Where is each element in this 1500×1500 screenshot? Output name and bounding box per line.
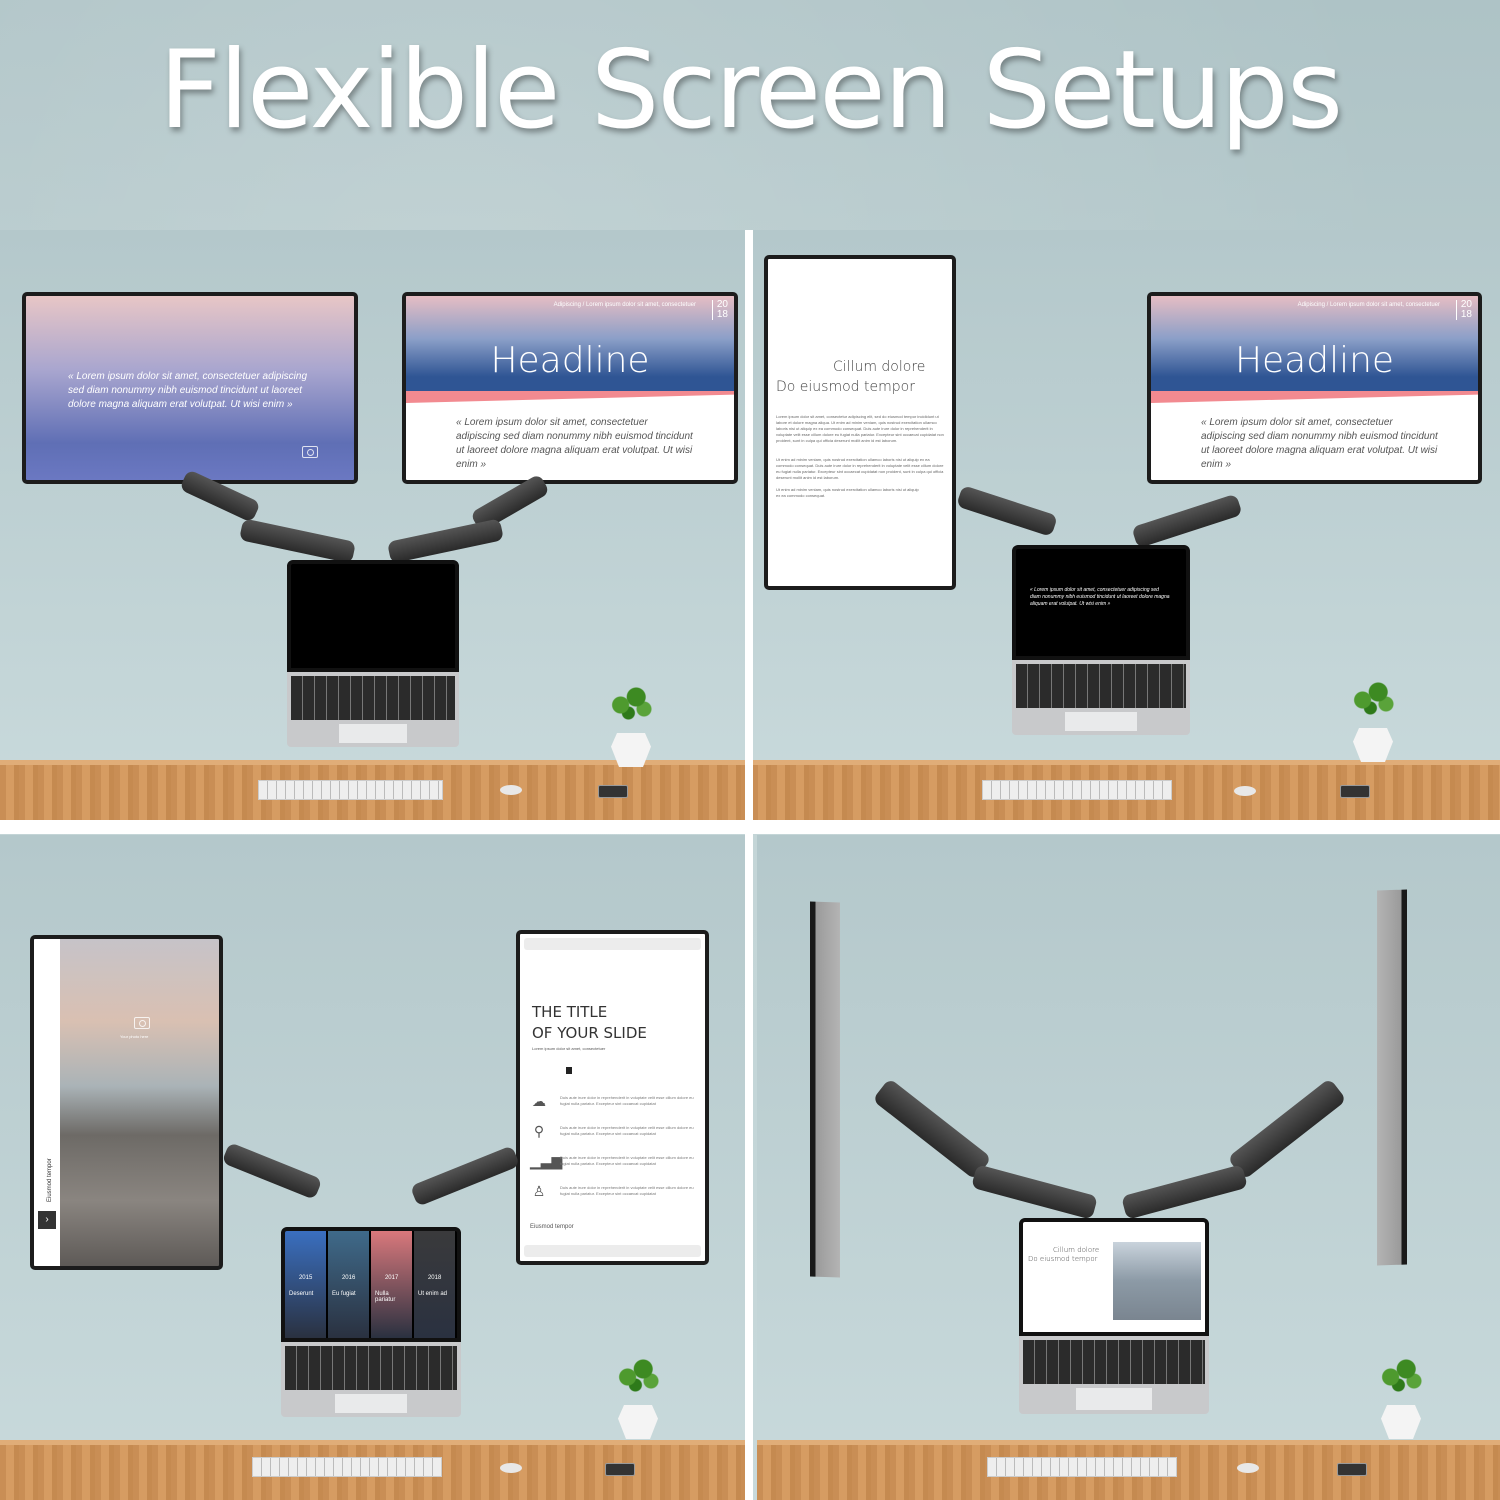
bar-chart-icon: ▁▃▆ bbox=[530, 1153, 563, 1169]
timeline-label: Eu fugiat bbox=[332, 1291, 356, 1297]
laptop-keyboard bbox=[1012, 660, 1190, 735]
timeline-label: Ut enim ad bbox=[418, 1291, 448, 1297]
accent-stripe bbox=[406, 391, 734, 403]
phone bbox=[1337, 1463, 1367, 1476]
quote-text: « Lorem ipsum dolor sit amet, consectetu… bbox=[68, 371, 308, 410]
timeline-year: 2015 bbox=[298, 1275, 313, 1281]
doc-paragraph-1: Lorem ipsum dolor sit amet, consectetur … bbox=[776, 414, 944, 443]
monitor-portrait-photo: Eiusmod tempor › Your photo here bbox=[30, 935, 223, 1270]
side-label: Eiusmod tempor bbox=[47, 1158, 53, 1202]
feature-item: ♙ Duis aute irure dolor in reprehenderit … bbox=[530, 1179, 697, 1203]
laptop-keyboard bbox=[287, 672, 459, 747]
laptop: 2015 Deserunt 2016 Eu fugiat 2017 Nulla paria… bbox=[281, 1227, 461, 1427]
user-icon: ♙ bbox=[532, 1183, 546, 1199]
year-bottom: 18 bbox=[716, 309, 728, 320]
timeline-year: 2017 bbox=[384, 1275, 399, 1281]
year-badge: 20 18 bbox=[711, 300, 728, 320]
monitor-left-quote: « Lorem ipsum dolor sit amet, consectetu… bbox=[22, 292, 358, 484]
photo-caption: Your photo here bbox=[120, 1034, 149, 1039]
growth-icon: ⚲ bbox=[533, 1123, 545, 1139]
year-badge: 20 18 bbox=[1455, 300, 1472, 320]
laptop-screen-quote: « Lorem ipsum dolor sit amet, consectetu… bbox=[1012, 545, 1190, 660]
timeline-column: 2016 Eu fugiat bbox=[328, 1231, 370, 1338]
slide-title-line1: THE TITLE bbox=[532, 1003, 608, 1021]
feature-text: Duis aute irure dolor in reprehenderit i… bbox=[560, 1125, 694, 1136]
plant bbox=[1375, 1357, 1427, 1439]
laptop-screen-document: Cillum dolore Do eiusmod tempor bbox=[1019, 1218, 1209, 1336]
headline-quote: « Lorem ipsum dolor sit amet, consectetu… bbox=[1201, 417, 1438, 470]
laptop-quote-text: « Lorem ipsum dolor sit amet, consectetu… bbox=[1030, 587, 1170, 607]
laptop-screen-timeline: 2015 Deserunt 2016 Eu fugiat 2017 Nulla paria… bbox=[281, 1227, 461, 1342]
phone bbox=[598, 785, 628, 798]
laptop-keyboard bbox=[281, 1342, 461, 1417]
headline: Headline bbox=[1234, 340, 1395, 381]
headline: Headline bbox=[490, 340, 650, 381]
plant bbox=[1347, 680, 1399, 762]
headline-quote: « Lorem ipsum dolor sit amet, consectetu… bbox=[456, 417, 693, 470]
feature-item: ▁▃▆ Duis aute irure dolor in reprehenderi… bbox=[530, 1149, 697, 1173]
quadrant-divider-horizontal bbox=[0, 820, 1500, 834]
setup-monitors-rotated-edge-laptop: Cillum dolore Do eiusmod tempor bbox=[757, 835, 1500, 1500]
timeline-column: 2018 Ut enim ad bbox=[414, 1231, 456, 1338]
feature-item: ☁ Duis aute irure dolor in reprehenderit … bbox=[530, 1089, 697, 1113]
keyboard bbox=[252, 1457, 442, 1477]
cloud-icon: ☁ bbox=[532, 1093, 546, 1109]
doc-heading-line1: Cillum dolore bbox=[1053, 1246, 1100, 1254]
doc-heading-line2: Do eiusmod tempor bbox=[776, 379, 915, 395]
laptop bbox=[287, 560, 459, 750]
mouse bbox=[1237, 1463, 1259, 1473]
camera-icon bbox=[302, 446, 318, 458]
slide-subtitle: Lorem ipsum dolor sit amet, consectetuer bbox=[532, 1046, 606, 1051]
setup-dual-portrait-laptop: Eiusmod tempor › Your photo here THE TIT… bbox=[0, 835, 745, 1500]
laptop-screen-off bbox=[287, 560, 459, 672]
feature-text: Duis aute irure dolor in reprehenderit i… bbox=[560, 1155, 694, 1166]
square-marker bbox=[566, 1067, 572, 1074]
phone bbox=[605, 1463, 635, 1476]
feature-text: Duis aute irure dolor in reprehenderit i… bbox=[560, 1095, 694, 1106]
timeline-label: Nulla pariatur bbox=[375, 1291, 396, 1303]
monitor-right-headline: Adipiscing / Lorem ipsum dolor sit amet,… bbox=[1147, 292, 1482, 484]
quadrant-divider-vertical bbox=[745, 230, 753, 1500]
plant bbox=[605, 685, 657, 767]
plant bbox=[612, 1357, 664, 1439]
feature-text: Duis aute irure dolor in reprehenderit i… bbox=[560, 1185, 694, 1196]
headline-meta: Adipiscing / Lorem ipsum dolor sit amet,… bbox=[553, 302, 696, 308]
doc-paragraph-2: Ut enim ad minim veniam, quis nostrud ex… bbox=[776, 457, 944, 480]
keyboard bbox=[982, 780, 1172, 800]
timeline-column: 2015 Deserunt bbox=[285, 1231, 327, 1338]
doc-paragraph-3: Ut enim ad minim veniam, quis nostrud ex… bbox=[776, 487, 919, 498]
page-title: Flexible Screen Setups bbox=[158, 28, 1343, 153]
monitor-right-edge-view bbox=[1377, 889, 1407, 1266]
timeline-label: Deserunt bbox=[289, 1291, 314, 1297]
doc-heading-line2: Do eiusmod tempor bbox=[1028, 1255, 1098, 1263]
laptop: « Lorem ipsum dolor sit amet, consectetu… bbox=[1012, 545, 1190, 745]
camera-icon bbox=[134, 1017, 150, 1029]
doc-heading-line1: Cillum dolore bbox=[833, 359, 926, 375]
year-bottom: 18 bbox=[1460, 309, 1472, 320]
mouse bbox=[1234, 786, 1256, 796]
monitor-portrait-title-slide: THE TITLE OF YOUR SLIDE Lorem ipsum dolo… bbox=[516, 930, 709, 1265]
timeline-year: 2018 bbox=[427, 1275, 442, 1281]
laptop-keyboard bbox=[1019, 1336, 1209, 1414]
headline-meta: Adipiscing / Lorem ipsum dolor sit amet,… bbox=[1297, 302, 1440, 308]
keyboard bbox=[987, 1457, 1177, 1477]
setup-dual-landscape-laptop-off: « Lorem ipsum dolor sit amet, consectetu… bbox=[0, 230, 745, 820]
monitor-portrait-document: Cillum dolore Do eiusmod tempor Lorem ip… bbox=[764, 255, 956, 590]
slide-title-line2: OF YOUR SLIDE bbox=[532, 1024, 647, 1042]
chevron-right-icon: › bbox=[38, 1211, 56, 1229]
setup-portrait-landscape-laptop: Cillum dolore Do eiusmod tempor Lorem ip… bbox=[752, 230, 1500, 820]
mouse bbox=[500, 785, 522, 795]
phone bbox=[1340, 785, 1370, 798]
slide-footer: Eiusmod tempor bbox=[530, 1224, 574, 1230]
timeline-column: 2017 Nulla pariatur bbox=[371, 1231, 413, 1338]
timeline-year: 2016 bbox=[341, 1275, 356, 1281]
laptop: Cillum dolore Do eiusmod tempor bbox=[1019, 1218, 1209, 1428]
mouse bbox=[500, 1463, 522, 1473]
monitor-left-edge-view bbox=[810, 901, 840, 1278]
keyboard bbox=[258, 780, 443, 800]
photo-placeholder bbox=[1113, 1242, 1201, 1320]
feature-item: ⚲ Duis aute irure dolor in reprehenderit … bbox=[530, 1119, 697, 1143]
monitor-right-headline: Adipiscing / Lorem ipsum dolor sit amet,… bbox=[402, 292, 738, 484]
